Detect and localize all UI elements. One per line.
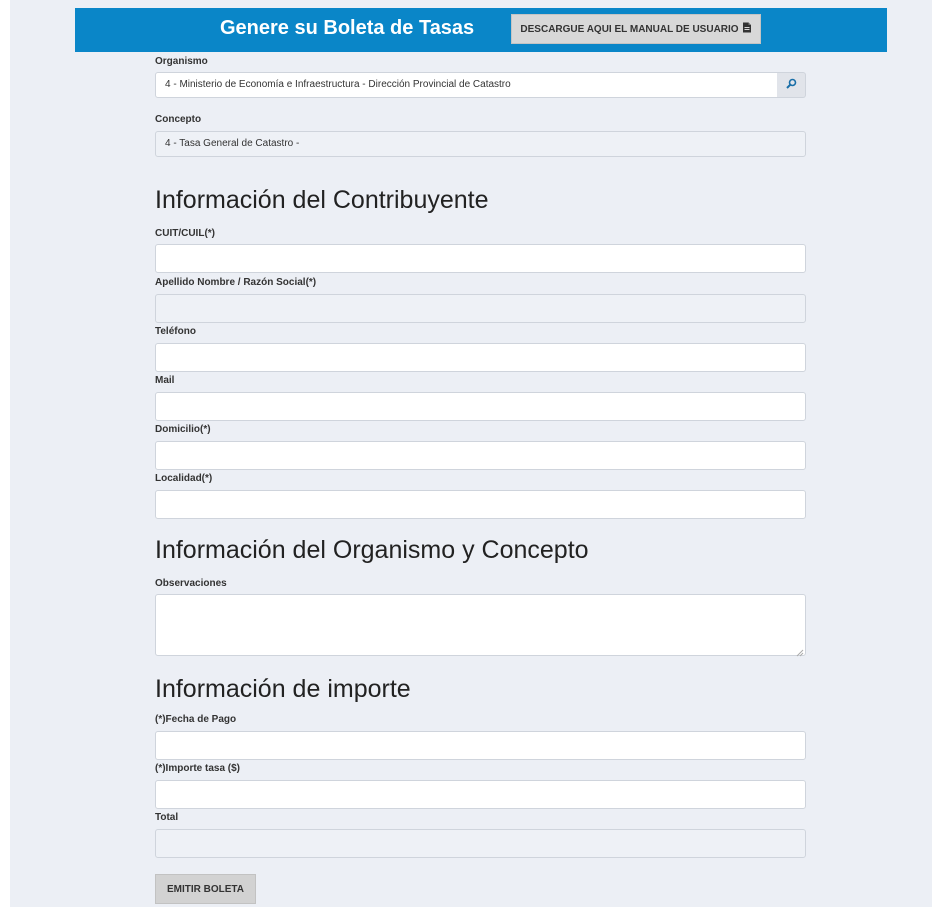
resize-grip-icon[interactable] <box>794 644 804 657</box>
document-icon <box>742 22 752 36</box>
section-title-importe: Información de importe <box>155 675 411 703</box>
localidad-input[interactable] <box>155 490 806 519</box>
observaciones-label: Observaciones <box>155 578 227 589</box>
concepto-label: Concepto <box>155 114 202 125</box>
telefono-input[interactable] <box>155 343 806 372</box>
total-input <box>155 829 806 858</box>
section-title-contribuyente: Información del Contribuyente <box>155 186 489 214</box>
download-manual-label: DESCARGUE AQUI EL MANUAL DE USUARIO <box>520 23 739 35</box>
cuit-input[interactable] <box>155 244 806 273</box>
fecha-pago-input[interactable] <box>155 731 806 760</box>
cuit-label: CUIT/CUIL(*) <box>155 228 215 239</box>
section-title-organismo-concepto: Información del Organismo y Concepto <box>155 536 589 564</box>
razon-social-label: Apellido Nombre / Razón Social(*) <box>155 277 317 288</box>
importe-tasa-label: (*)Importe tasa ($) <box>155 763 241 774</box>
page-header: Genere su Boleta de Tasas DESCARGUE AQUI… <box>75 8 887 52</box>
observaciones-textarea[interactable] <box>155 594 806 656</box>
fecha-pago-label: (*)Fecha de Pago <box>155 714 237 725</box>
organismo-label: Organismo <box>155 56 208 67</box>
search-icon <box>785 76 797 94</box>
importe-tasa-input[interactable] <box>155 780 806 809</box>
mail-label: Mail <box>155 375 175 386</box>
domicilio-input[interactable] <box>155 441 806 470</box>
page-title: Genere su Boleta de Tasas <box>220 17 475 39</box>
download-manual-button[interactable]: DESCARGUE AQUI EL MANUAL DE USUARIO <box>511 14 761 44</box>
domicilio-label: Domicilio(*) <box>155 424 211 435</box>
razon-social-input <box>155 294 806 323</box>
localidad-label: Localidad(*) <box>155 473 213 484</box>
organismo-value: 4 - Ministerio de Economía e Infraestruc… <box>165 79 511 90</box>
total-label: Total <box>155 812 179 823</box>
organismo-search-button[interactable] <box>777 72 806 98</box>
emitir-boleta-button[interactable]: EMITIR BOLETA <box>155 874 256 904</box>
telefono-label: Teléfono <box>155 326 196 337</box>
emitir-boleta-label: EMITIR BOLETA <box>166 883 245 895</box>
concepto-value: 4 - Tasa General de Catastro - <box>165 138 300 149</box>
mail-input[interactable] <box>155 392 806 421</box>
